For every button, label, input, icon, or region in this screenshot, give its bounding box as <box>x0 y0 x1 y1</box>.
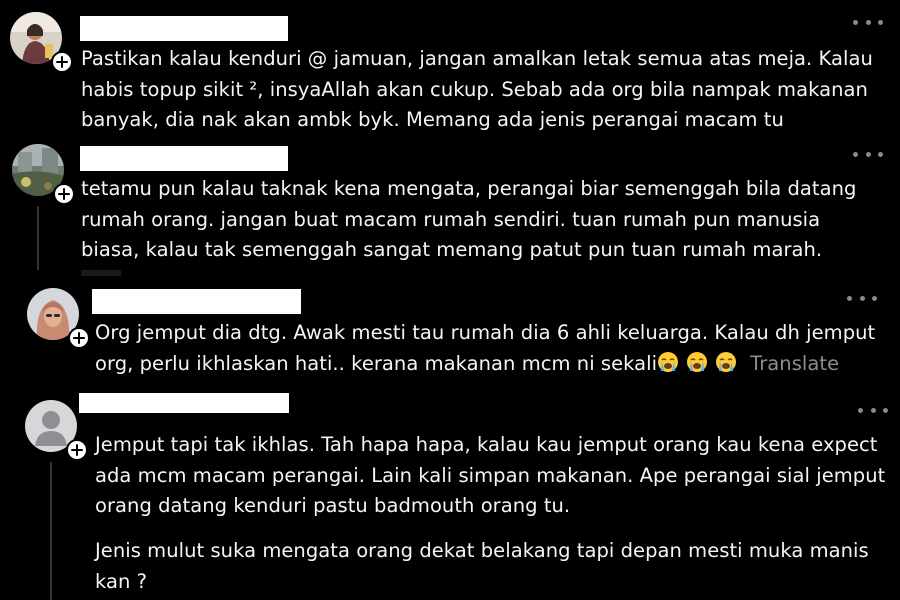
avatar-wrap[interactable] <box>12 144 75 205</box>
redacted-username <box>80 16 288 41</box>
comment-line: Jemput tapi tak ikhlas. Tah hapa hapa, k… <box>95 433 878 456</box>
comment-line: ada mcm macam perangai. Lain kali simpan… <box>95 463 886 487</box>
plus-icon <box>71 444 83 456</box>
follow-plus-button[interactable] <box>53 183 75 205</box>
comment-line: orang datang kenduri pastu badmouth oran… <box>95 494 571 517</box>
comment-line: banyak, dia nak akan ambk byk. Memang ad… <box>81 108 784 131</box>
comment-line: biasa, kalau tak semenggah sangat memang… <box>81 238 823 261</box>
redacted-username <box>92 289 301 314</box>
loudly-crying-face-icon <box>658 351 679 372</box>
comment-line: org, perlu ikhlaskan hati.. kerana makan… <box>95 351 658 375</box>
comment-text: tetamu pun kalau taknak kena mengata, pe… <box>81 174 856 266</box>
loudly-crying-face-icon <box>716 351 737 372</box>
comment-line: Pastikan kalau kenduri @ jamuan, jangan … <box>81 47 873 70</box>
follow-plus-button[interactable] <box>68 327 90 349</box>
plus-icon <box>58 188 70 200</box>
comment-line: tetamu pun kalau taknak kena mengata, pe… <box>81 177 857 200</box>
more-options-icon[interactable] <box>858 405 888 415</box>
more-options-icon[interactable] <box>847 293 877 303</box>
avatar-wrap[interactable] <box>25 400 88 461</box>
comment-line: Org jemput dia dtg. Awak mesti tau rumah… <box>95 321 876 344</box>
avatar-wrap[interactable] <box>27 288 90 349</box>
comment-line: rumah orang. jangan buat macam rumah sen… <box>81 207 821 231</box>
follow-plus-button[interactable] <box>66 439 88 461</box>
comment-line: kan ? <box>95 569 148 593</box>
translate-link[interactable]: Translate <box>750 352 839 375</box>
comment-text: Jemput tapi tak ikhlas. Tah hapa hapa, k… <box>95 430 885 522</box>
comment-text: Pastikan kalau kenduri @ jamuan, jangan … <box>81 44 873 136</box>
avatar-wrap[interactable] <box>10 12 73 73</box>
loudly-crying-face-icon <box>687 351 708 372</box>
more-options-icon[interactable] <box>853 149 883 159</box>
comment-text-paragraph-2: Jenis mulut suka mengata orang dekat bel… <box>95 536 869 597</box>
thread-line <box>50 462 52 600</box>
more-options-icon[interactable] <box>853 17 883 27</box>
faded-text-fragment <box>81 270 121 276</box>
plus-icon <box>56 56 68 68</box>
thread-line <box>37 206 39 270</box>
comment-line: Jenis mulut suka mengata orang dekat bel… <box>95 539 869 562</box>
comment-text: Org jemput dia dtg. Awak mesti tau rumah… <box>95 318 875 379</box>
plus-icon <box>73 332 85 344</box>
redacted-username <box>79 393 289 413</box>
redacted-username <box>80 146 288 171</box>
follow-plus-button[interactable] <box>51 51 73 73</box>
comment-line: habis topup sikit ², insyaAllah akan cuk… <box>81 77 868 101</box>
comment-line-with-emoji: org, perlu ikhlaskan hati.. kerana makan… <box>95 349 875 380</box>
